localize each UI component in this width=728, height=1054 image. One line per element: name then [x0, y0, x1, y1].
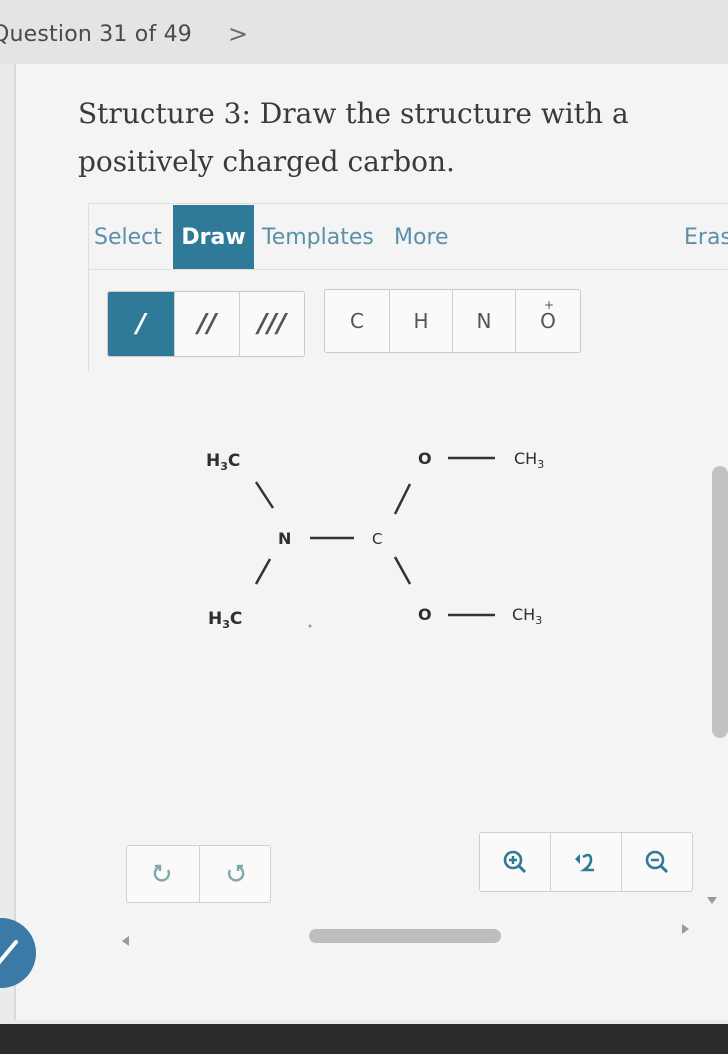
triple-bond-tool[interactable]: ///: [240, 292, 304, 356]
ch3-top-label: CH3: [514, 449, 544, 471]
nitrogen-atom-label: N: [278, 529, 291, 548]
bond-c-o-top: [393, 483, 412, 515]
editor-tabs: Select Draw Templates More Eras: [88, 205, 728, 270]
question-header: Question 31 of 49 >: [0, 0, 728, 64]
carbon-label: C: [350, 309, 364, 333]
nitrogen-atom-tool[interactable]: N: [453, 290, 516, 352]
ch3-bottom-label: CH3: [512, 605, 542, 627]
canvas-dot: [308, 624, 312, 628]
molecule-structure: H3C H3C N C O CH3 O CH3: [206, 449, 544, 631]
charge-dot-icon: +: [544, 298, 555, 312]
history-controls: [126, 845, 271, 903]
zoom-in-icon: [503, 850, 527, 874]
oxygen-bottom-label: O: [418, 605, 432, 624]
bond-n-h3c-bottom: [254, 558, 272, 585]
question-prompt: Structure 3: Draw the structure with a p…: [78, 97, 629, 178]
double-bond-tool[interactable]: //: [175, 292, 240, 356]
redo-button[interactable]: [200, 846, 270, 902]
bond-c-o-bottom: [393, 556, 412, 585]
oxygen-label: O: [540, 309, 556, 333]
scroll-right-arrow-icon[interactable]: [682, 924, 689, 934]
vertical-scrollbar[interactable]: [712, 466, 728, 738]
check-answer-icon[interactable]: [0, 918, 36, 988]
hydrogen-atom-tool[interactable]: H: [390, 290, 453, 352]
carbon-atom-label: C: [372, 530, 382, 548]
zoom-in-button[interactable]: [480, 833, 551, 891]
drawing-canvas[interactable]: H3C H3C N C O CH3 O CH3: [88, 372, 708, 812]
triple-bond-icon: ///: [257, 309, 287, 339]
h3c-top-label: H3C: [206, 451, 240, 473]
tab-draw[interactable]: Draw: [173, 205, 254, 269]
atom-tool-group: C H N + O: [324, 289, 581, 353]
double-bond-icon: //: [197, 309, 217, 339]
check-mark-icon: [0, 940, 18, 965]
oxygen-top-label: O: [418, 449, 432, 468]
horizontal-scrollbar[interactable]: [309, 929, 501, 943]
nitrogen-label: N: [476, 309, 492, 333]
oxygen-atom-tool[interactable]: + O: [516, 290, 580, 352]
scroll-down-arrow-icon[interactable]: [707, 897, 717, 904]
h3c-bottom-label: H3C: [208, 609, 242, 631]
carbon-atom-tool[interactable]: C: [325, 290, 390, 352]
tab-more[interactable]: More: [394, 205, 449, 269]
taskbar-edge: [0, 1024, 728, 1054]
zoom-controls: [479, 832, 693, 892]
hydrogen-label: H: [413, 309, 429, 333]
bond-h3c-top-n: [254, 481, 275, 509]
next-question-button[interactable]: >: [228, 20, 248, 48]
zoom-out-button[interactable]: [622, 833, 692, 891]
tab-templates[interactable]: Templates: [262, 205, 374, 269]
question-counter: Question 31 of 49: [0, 22, 192, 47]
tab-erase[interactable]: Eras: [684, 205, 728, 269]
redo-icon: [227, 864, 245, 882]
single-bond-icon: /: [136, 309, 146, 339]
undo-icon: [153, 864, 171, 882]
single-bond-tool[interactable]: /: [108, 292, 175, 356]
scroll-left-arrow-icon[interactable]: [122, 936, 129, 946]
zoom-out-icon: [645, 850, 669, 874]
reset-zoom-button[interactable]: [551, 833, 622, 891]
reset-zoom-icon: [575, 853, 594, 872]
undo-button[interactable]: [127, 846, 200, 902]
bond-tool-group: / // ///: [107, 291, 305, 357]
tab-select[interactable]: Select: [94, 205, 162, 269]
